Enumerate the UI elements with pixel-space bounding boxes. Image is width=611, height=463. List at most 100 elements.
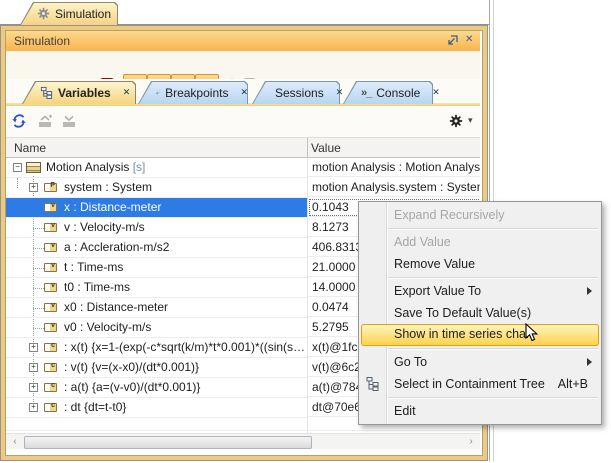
- menu-item-label: Edit: [394, 404, 416, 418]
- row-name-cell[interactable]: −Motion Analysis [s]: [6, 158, 307, 178]
- icon-glyph: c: [51, 362, 55, 369]
- tab-label: Sessions: [275, 86, 324, 100]
- row-name: : v(t) {v=(x-x0)/(dt*0.001)}: [64, 358, 199, 377]
- row-name-cell[interactable]: v v0 : Velocity-m/s: [6, 318, 307, 338]
- row-name-cell[interactable]: v t0 : Time-ms: [6, 278, 307, 298]
- icon-glyph: c: [51, 382, 55, 389]
- menu-item-edit[interactable]: Edit: [359, 400, 601, 422]
- row-name: t0 : Time-ms: [64, 278, 130, 297]
- column-divider[interactable]: [307, 138, 308, 157]
- table-row[interactable]: + Psystem : System motion Analysis.system …: [6, 178, 480, 198]
- part-icon: P: [44, 183, 57, 192]
- icon-glyph: v: [51, 282, 55, 289]
- row-name: x0 : Distance-meter: [64, 298, 168, 317]
- refresh-icon[interactable]: [12, 114, 26, 128]
- scroll-right-icon[interactable]: ›: [464, 435, 478, 448]
- tab-sessions[interactable]: Sessions ✕: [252, 81, 340, 104]
- context-menu: Expand RecursivelyAdd ValueRemove ValueE…: [358, 201, 602, 425]
- tab-label: Console: [376, 86, 420, 100]
- row-name-cell[interactable]: + c : a(t) {a=(v-v0)/(dt*0.001)}: [6, 378, 307, 398]
- row-value-cell[interactable]: motion Analysis.system : System@1: [308, 178, 480, 197]
- menu-item-select-in-containment-tree[interactable]: Select in Containment TreeAlt+B: [359, 373, 601, 395]
- close-tab-icon[interactable]: ✕: [240, 87, 248, 98]
- row-name: system : System: [64, 178, 152, 197]
- tree-expander[interactable]: +: [29, 383, 38, 392]
- gear-icon: [37, 7, 50, 20]
- constraint-icon: c: [44, 343, 57, 352]
- tree-guide: [33, 288, 44, 289]
- row-name: v : Velocity-m/s: [64, 218, 145, 237]
- row-name-cell[interactable]: +c: dt {dt=t-t0}: [6, 398, 307, 418]
- menu-item-label: Export Value To: [394, 284, 481, 298]
- row-name: t : Time-ms: [64, 258, 123, 277]
- tree-expander[interactable]: +: [29, 363, 38, 372]
- block-icon: [26, 162, 41, 173]
- constraint-icon: c: [44, 383, 57, 392]
- close-panel-icon[interactable]: ✕: [465, 34, 477, 46]
- panel-header[interactable]: Simulation ✕: [6, 31, 480, 51]
- variables-toolbar: ▾: [6, 106, 480, 137]
- tree-guide: [33, 328, 44, 329]
- menu-separator: [388, 348, 598, 349]
- menu-item-save-to-default-value-s[interactable]: Save To Default Value(s): [359, 302, 601, 324]
- tree-expander[interactable]: +: [29, 183, 38, 192]
- row-value-cell[interactable]: motion Analysis : Motion Analysis@1: [308, 158, 480, 177]
- column-header-name[interactable]: Name: [14, 141, 46, 155]
- tab-console[interactable]: »_ Console ✕: [343, 81, 433, 104]
- float-window-icon[interactable]: [446, 35, 458, 47]
- row-name-cell[interactable]: + c : v(t) {v=(x-x0)/(dt*0.001)}: [6, 358, 307, 378]
- row-name-cell[interactable]: v v : Velocity-m/s: [6, 218, 307, 238]
- table-header: Name Value: [6, 137, 480, 158]
- dock-tab-simulation[interactable]: Simulation: [20, 2, 118, 25]
- row-name-cell[interactable]: +c: x(t) {x=1-(exp(-c*sqrt(k/m)*t*0.001)…: [6, 338, 307, 358]
- options-caret-icon[interactable]: ▾: [468, 115, 473, 126]
- menu-item-label: Show in time series chart: [394, 327, 534, 341]
- icon-glyph: c: [51, 402, 55, 409]
- save-to-default-icon[interactable]: [37, 115, 53, 128]
- close-tab-icon[interactable]: ✕: [123, 87, 131, 98]
- icon-glyph: v: [51, 242, 55, 249]
- console-icon: »_: [361, 87, 371, 99]
- scroll-left-icon[interactable]: ‹: [8, 435, 22, 448]
- menu-separator: [388, 397, 598, 398]
- tab-breakpoints[interactable]: Breakpoints ✕: [138, 81, 248, 104]
- value-icon: v: [44, 303, 57, 312]
- tab-label: Variables: [58, 86, 111, 100]
- row-name-cell[interactable]: v x0 : Distance-meter: [6, 298, 307, 318]
- menu-item-show-in-time-series-chart[interactable]: Show in time series chart: [361, 324, 599, 346]
- menu-item-label: Go To: [394, 355, 427, 369]
- value-icon: v: [44, 203, 57, 212]
- menu-item-label: Save To Default Value(s): [394, 306, 531, 320]
- close-tab-icon[interactable]: ✕: [432, 87, 440, 98]
- tree-expander[interactable]: +: [29, 343, 38, 352]
- row-name-cell[interactable]: vx : Distance-meter: [6, 198, 307, 218]
- menu-item-remove-value[interactable]: Remove Value: [359, 253, 601, 275]
- row-name: v0 : Velocity-m/s: [64, 318, 151, 337]
- row-name-cell[interactable]: + Psystem : System: [6, 178, 307, 198]
- row-name-suffix: [s]: [129, 160, 145, 174]
- row-name: : a(t) {a=(v-v0)/(dt*0.001)}: [64, 378, 200, 397]
- value-icon: v: [44, 323, 57, 332]
- tree-expander[interactable]: +: [29, 403, 38, 412]
- menu-item-export-value-to[interactable]: Export Value To: [359, 280, 601, 302]
- row-name-cell[interactable]: v t : Time-ms: [6, 258, 307, 278]
- horizontal-scrollbar[interactable]: ‹ ›: [6, 433, 480, 449]
- tab-variables[interactable]: Variables ✕: [22, 81, 136, 104]
- icon-glyph: v: [51, 262, 55, 269]
- table-row[interactable]: −Motion Analysis [s]motion Analysis : Mo…: [6, 158, 480, 178]
- menu-item-label: Add Value: [394, 235, 451, 249]
- icon-glyph: c: [51, 342, 55, 349]
- tree-expander[interactable]: −: [13, 163, 22, 172]
- menu-item-go-to[interactable]: Go To: [359, 351, 601, 373]
- row-name-cell[interactable]: va : Accleration-m/s2: [6, 238, 307, 258]
- menu-item-add-value: Add Value: [359, 231, 601, 253]
- value-icon: v: [44, 263, 57, 272]
- options-gear-icon[interactable]: [449, 114, 463, 128]
- column-header-value[interactable]: Value: [311, 141, 341, 155]
- dock-tab-label: Simulation: [55, 7, 111, 21]
- tree-guide: [33, 308, 44, 309]
- scrollbar-thumb[interactable]: [24, 436, 312, 449]
- load-default-icon[interactable]: [61, 115, 77, 128]
- value-icon: v: [44, 223, 57, 232]
- icon-glyph: v: [51, 202, 55, 209]
